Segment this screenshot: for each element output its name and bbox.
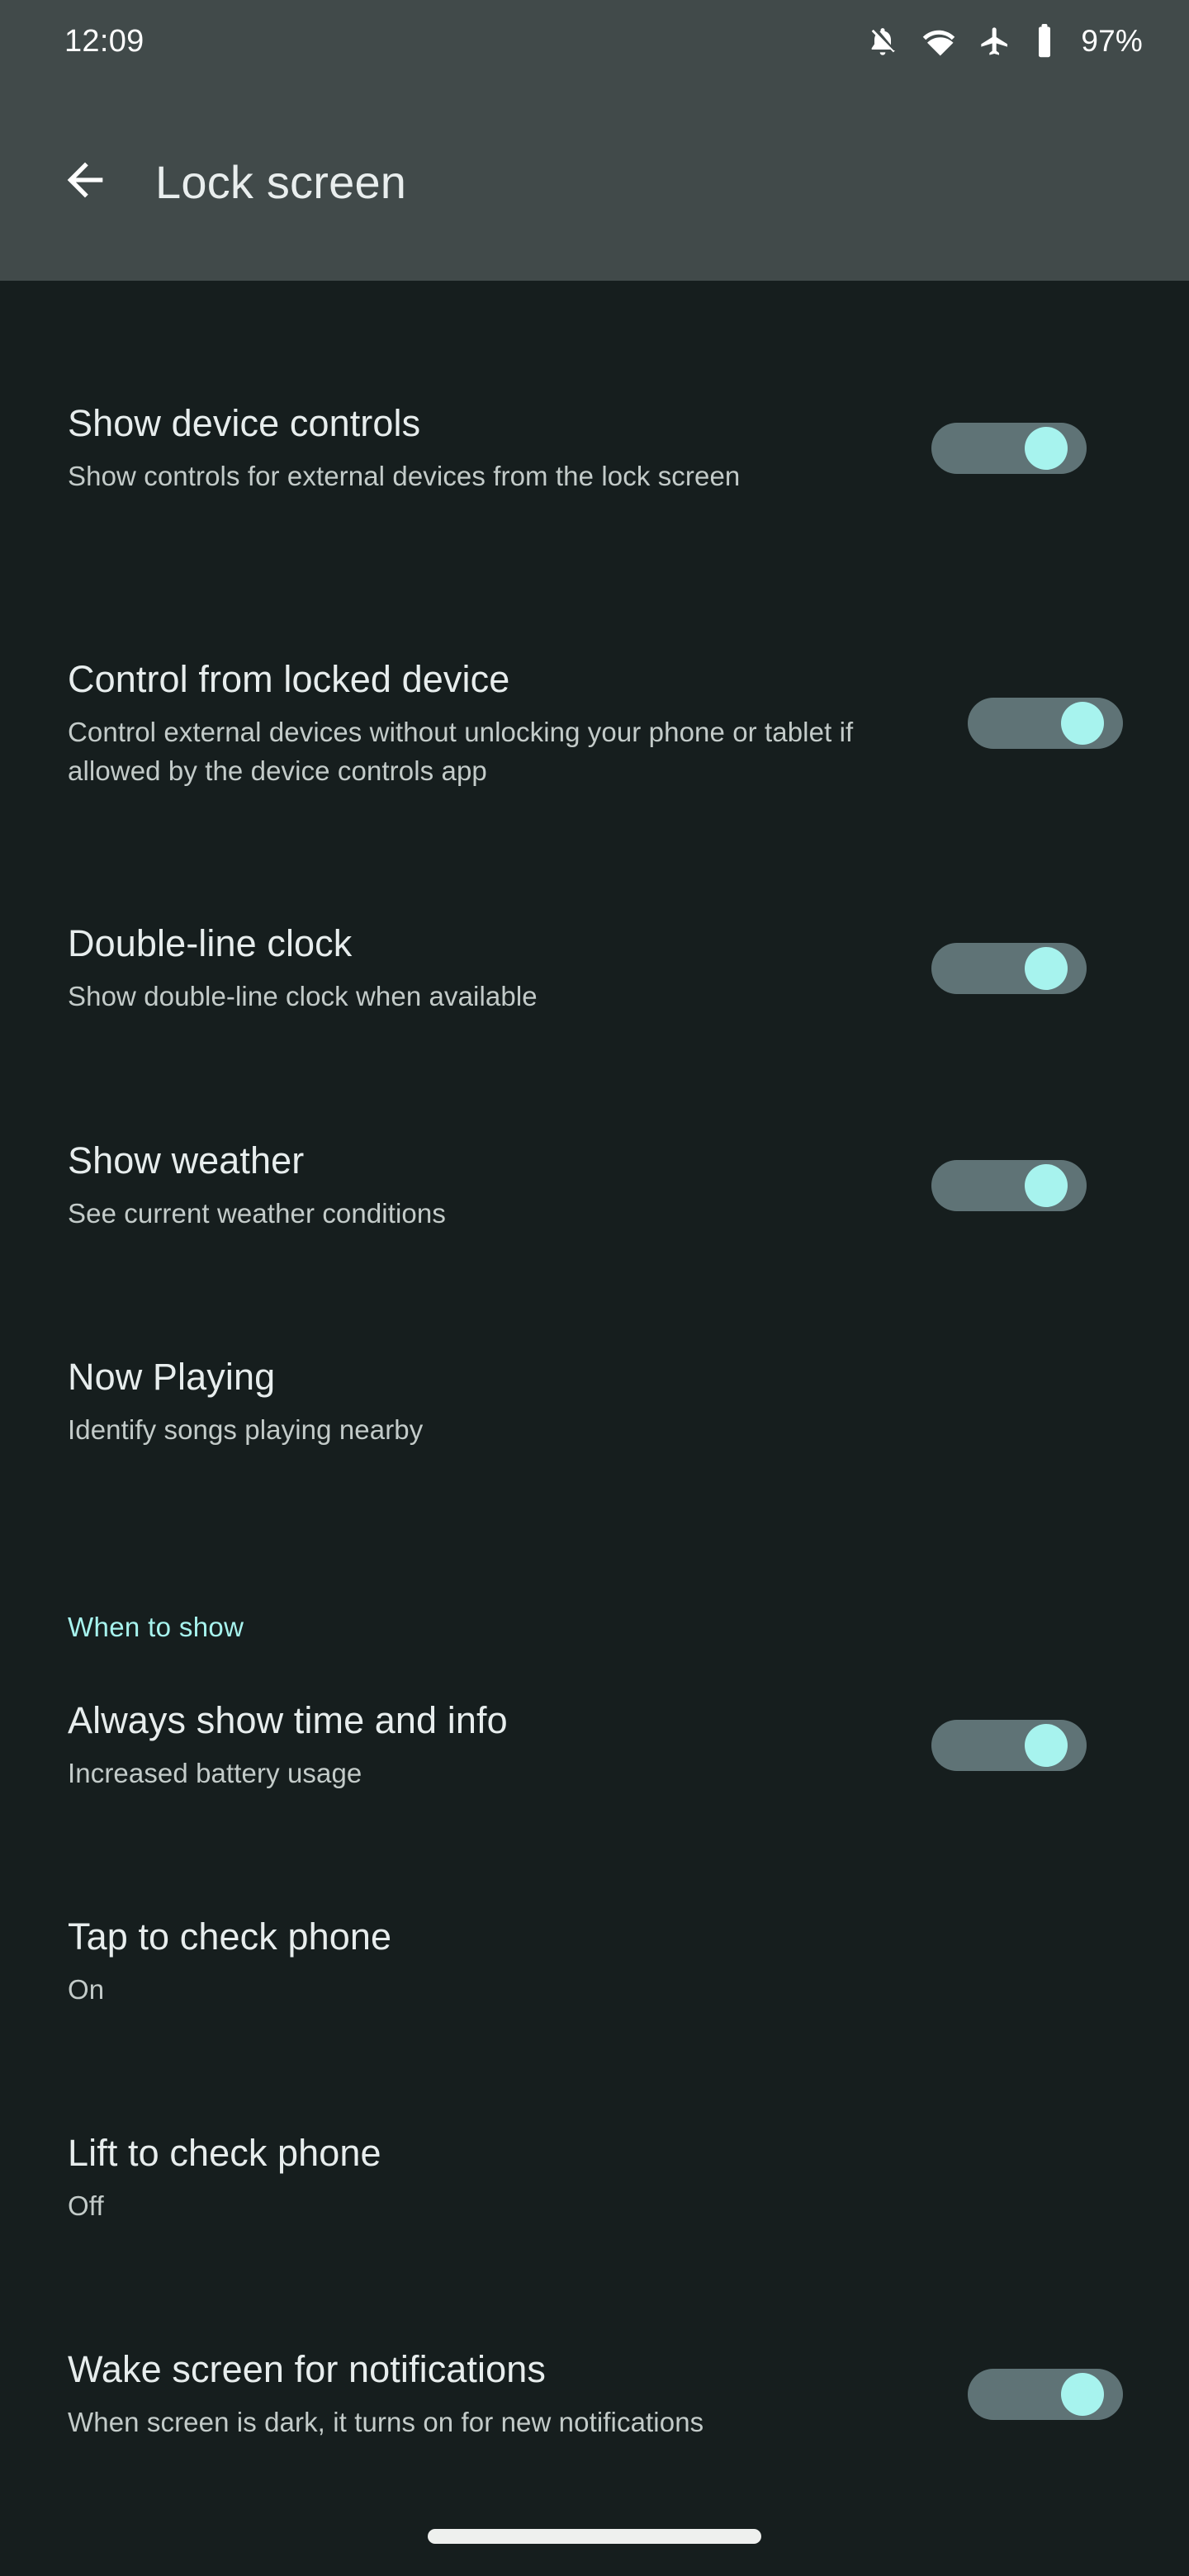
switch-thumb xyxy=(1025,1164,1068,1207)
row-summary: Control external devices without unlocki… xyxy=(68,713,938,790)
setting-row-wake-screen-for-notifications[interactable]: Wake screen for notifications When scree… xyxy=(0,2346,1189,2441)
back-button[interactable] xyxy=(40,136,130,227)
row-text: Lift to check phone Off xyxy=(68,2130,1050,2225)
status-bar: 12:09 97% xyxy=(0,0,1189,83)
row-summary: When screen is dark, it turns on for new… xyxy=(68,2403,938,2441)
notifications-off-icon xyxy=(866,25,899,58)
switch-thumb xyxy=(1025,427,1068,470)
switch-show-weather[interactable] xyxy=(931,1160,1087,1211)
row-title: Always show time and info xyxy=(68,1698,902,1744)
arrow-back-icon xyxy=(59,154,111,211)
row-summary: Identify songs playing nearby xyxy=(68,1410,1050,1449)
status-bar-clock: 12:09 xyxy=(64,24,144,59)
home-gesture-handle[interactable] xyxy=(428,2529,761,2544)
row-summary: Increased battery usage xyxy=(68,1754,902,1792)
row-title: Control from locked device xyxy=(68,656,938,703)
row-summary: Show controls for external devices from … xyxy=(68,457,902,495)
status-bar-icons: 97% xyxy=(866,24,1143,59)
switch-thumb xyxy=(1025,1724,1068,1767)
navigation-bar xyxy=(0,2497,1189,2576)
battery-percentage: 97% xyxy=(1081,24,1143,59)
row-text: Tap to check phone On xyxy=(68,1914,1050,2009)
row-text: Always show time and info Increased batt… xyxy=(68,1698,902,1792)
switch-always-show-time-and-info[interactable] xyxy=(931,1720,1087,1771)
airplane-mode-icon xyxy=(978,25,1011,58)
row-title: Double-line clock xyxy=(68,921,902,967)
switch-double-line-clock[interactable] xyxy=(931,943,1087,994)
app-bar: Lock screen xyxy=(0,83,1189,281)
setting-row-always-show-time-and-info[interactable]: Always show time and info Increased batt… xyxy=(0,1698,1189,1792)
settings-list: Show device controls Show controls for e… xyxy=(0,281,1189,2576)
row-title: Show weather xyxy=(68,1138,902,1184)
row-summary: Off xyxy=(68,2186,1050,2225)
switch-thumb xyxy=(1025,947,1068,990)
switch-control-from-locked-device[interactable] xyxy=(968,698,1123,749)
setting-row-show-device-controls[interactable]: Show device controls Show controls for e… xyxy=(0,400,1189,495)
row-text: Now Playing Identify songs playing nearb… xyxy=(68,1354,1050,1449)
row-summary: See current weather conditions xyxy=(68,1194,902,1233)
row-title: Show device controls xyxy=(68,400,902,447)
row-summary: Show double-line clock when available xyxy=(68,977,902,1016)
row-title: Wake screen for notifications xyxy=(68,2346,938,2393)
row-text: Show device controls Show controls for e… xyxy=(68,400,902,495)
setting-row-tap-to-check-phone[interactable]: Tap to check phone On xyxy=(0,1914,1189,2009)
wifi-icon xyxy=(921,24,956,59)
switch-show-device-controls[interactable] xyxy=(931,423,1087,474)
section-header-when-to-show: When to show xyxy=(0,1612,1189,1643)
setting-row-control-from-locked-device[interactable]: Control from locked device Control exter… xyxy=(0,656,1189,790)
page-title: Lock screen xyxy=(155,155,406,209)
battery-icon xyxy=(1034,24,1055,59)
section-header-label: When to show xyxy=(68,1612,244,1642)
row-title: Tap to check phone xyxy=(68,1914,1050,1960)
row-text: Wake screen for notifications When scree… xyxy=(68,2346,938,2441)
row-text: Double-line clock Show double-line clock… xyxy=(68,921,902,1016)
switch-wake-screen-for-notifications[interactable] xyxy=(968,2369,1123,2420)
row-title: Now Playing xyxy=(68,1354,1050,1400)
switch-thumb xyxy=(1061,2373,1104,2416)
setting-row-double-line-clock[interactable]: Double-line clock Show double-line clock… xyxy=(0,921,1189,1016)
setting-row-show-weather[interactable]: Show weather See current weather conditi… xyxy=(0,1138,1189,1233)
switch-thumb xyxy=(1061,702,1104,745)
row-text: Control from locked device Control exter… xyxy=(68,656,938,790)
row-title: Lift to check phone xyxy=(68,2130,1050,2176)
setting-row-lift-to-check-phone[interactable]: Lift to check phone Off xyxy=(0,2130,1189,2225)
row-text: Show weather See current weather conditi… xyxy=(68,1138,902,1233)
row-summary: On xyxy=(68,1970,1050,2009)
setting-row-now-playing[interactable]: Now Playing Identify songs playing nearb… xyxy=(0,1354,1189,1449)
